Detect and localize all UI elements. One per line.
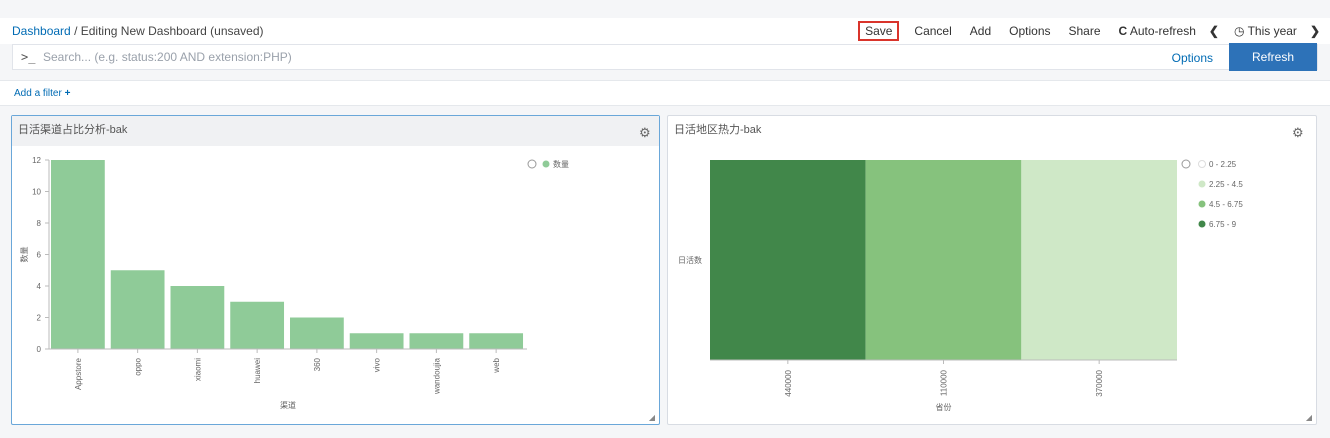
y-tick-label: 8 [37,219,42,228]
legend-label: 6.75 - 9 [1209,220,1237,229]
y-tick-label: 4 [37,282,42,291]
search-options-link[interactable]: Options [1172,51,1213,65]
legend-label: 0 - 2.25 [1209,160,1237,169]
x-tick-label: huawei [253,358,262,384]
x-tick-label: 360 [313,357,322,371]
x-tick-label: vivo [373,357,382,372]
plus-icon: + [64,88,71,99]
resize-handle-icon[interactable]: ◢ [649,413,655,422]
y-tick-label: 0 [37,345,42,354]
refresh-button[interactable]: Refresh [1229,43,1317,71]
auto-refresh-label: Auto-refresh [1129,24,1196,38]
legend-label: 数量 [553,159,569,169]
time-range-label: This year [1247,24,1297,38]
bar [170,286,225,349]
chevron-left-icon[interactable]: ❮ [1209,24,1219,38]
y-tick-label: 6 [37,251,42,260]
y-category-label: 日活数 [678,255,702,265]
breadcrumb-dashboard-link[interactable]: Dashboard [12,24,71,38]
y-tick-label: 2 [37,314,42,323]
bar [290,317,344,349]
query-prompt-icon: >_ [21,50,36,64]
bar [409,333,464,349]
heatmap-chart: 440000 110000 370000 日活数省份 0 - 2.25 2.25 - 4.… [678,159,1243,412]
clock-icon: ◷ [1233,24,1245,38]
legend-toggle-icon [1181,159,1191,169]
panel-channel-share: 日活渠道占比分析-bak ⚙ 0 2 4 6 8 10 12 Appstore oppo xiao… [11,115,660,425]
y-tick-label: 10 [32,188,41,197]
chevron-right-icon[interactable]: ❯ [1310,24,1320,38]
legend-label: 2.25 - 4.5 [1209,180,1243,189]
x-tick-label: wandoujia [432,357,441,395]
y-tick-label: 12 [32,156,41,165]
x-tick-label: 370000 [1095,369,1104,396]
heat-cell [710,160,866,360]
panel-region-heatmap: 日活地区热力-bak ⚙ 440000 110000 370000 日活数 省份 0 - … [667,115,1317,425]
heat-cell [865,160,1022,360]
legend-toggle-icon [527,159,537,169]
x-tick-label: xiaomi [193,358,202,381]
bar [230,301,285,349]
bar [110,270,165,349]
auto-refresh-button[interactable]: C Auto-refresh [1116,22,1199,40]
bar [349,333,404,349]
legend-marker [1198,160,1206,168]
legend-marker [1198,220,1206,228]
x-tick-label: 440000 [784,369,793,396]
legend-marker [542,160,550,168]
add-filter-label: Add a filter [14,88,62,99]
search-bar: >_ Options [12,44,1318,70]
options-menu-button[interactable]: Options [1006,22,1053,40]
cancel-button[interactable]: Cancel [911,22,954,40]
share-button[interactable]: Share [1066,22,1104,40]
x-tick-label: web [492,357,501,373]
add-filter-link[interactable]: Add a filter + [14,88,70,99]
bar-chart: 0 2 4 6 8 10 12 Appstore oppo xiaomi huawei 360 vivo… [19,156,569,410]
refresh-icon: C [1118,24,1128,38]
x-tick-label: Appstore [74,357,83,390]
top-menu: Save Cancel Add Options Share C Auto-ref… [858,21,1320,41]
search-input[interactable] [43,48,943,66]
time-picker-button[interactable]: ◷ This year [1231,22,1300,40]
legend-label: 4.5 - 6.75 [1209,200,1243,209]
breadcrumb: Dashboard / Editing New Dashboard (unsav… [12,24,264,38]
resize-handle-icon[interactable]: ◢ [1306,413,1312,422]
x-tick-label: 110000 [940,369,949,396]
add-button[interactable]: Add [967,22,994,40]
legend-marker [1198,200,1206,208]
y-axis-label: 数量 [19,247,29,263]
x-axis-label: 省份 [936,402,952,412]
breadcrumb-separator: / [74,24,78,38]
top-nav-bar: Dashboard / Editing New Dashboard (unsav… [0,18,1330,44]
x-tick-label: oppo [134,357,143,375]
breadcrumb-current: Editing New Dashboard (unsaved) [80,24,264,38]
legend-marker [1198,180,1206,188]
x-axis-label: 渠道 [280,400,296,410]
save-button[interactable]: Save [858,21,900,41]
bar [469,333,524,349]
bar [51,160,105,349]
filter-bar: Add a filter + [0,80,1330,106]
heat-cell [1021,160,1177,360]
